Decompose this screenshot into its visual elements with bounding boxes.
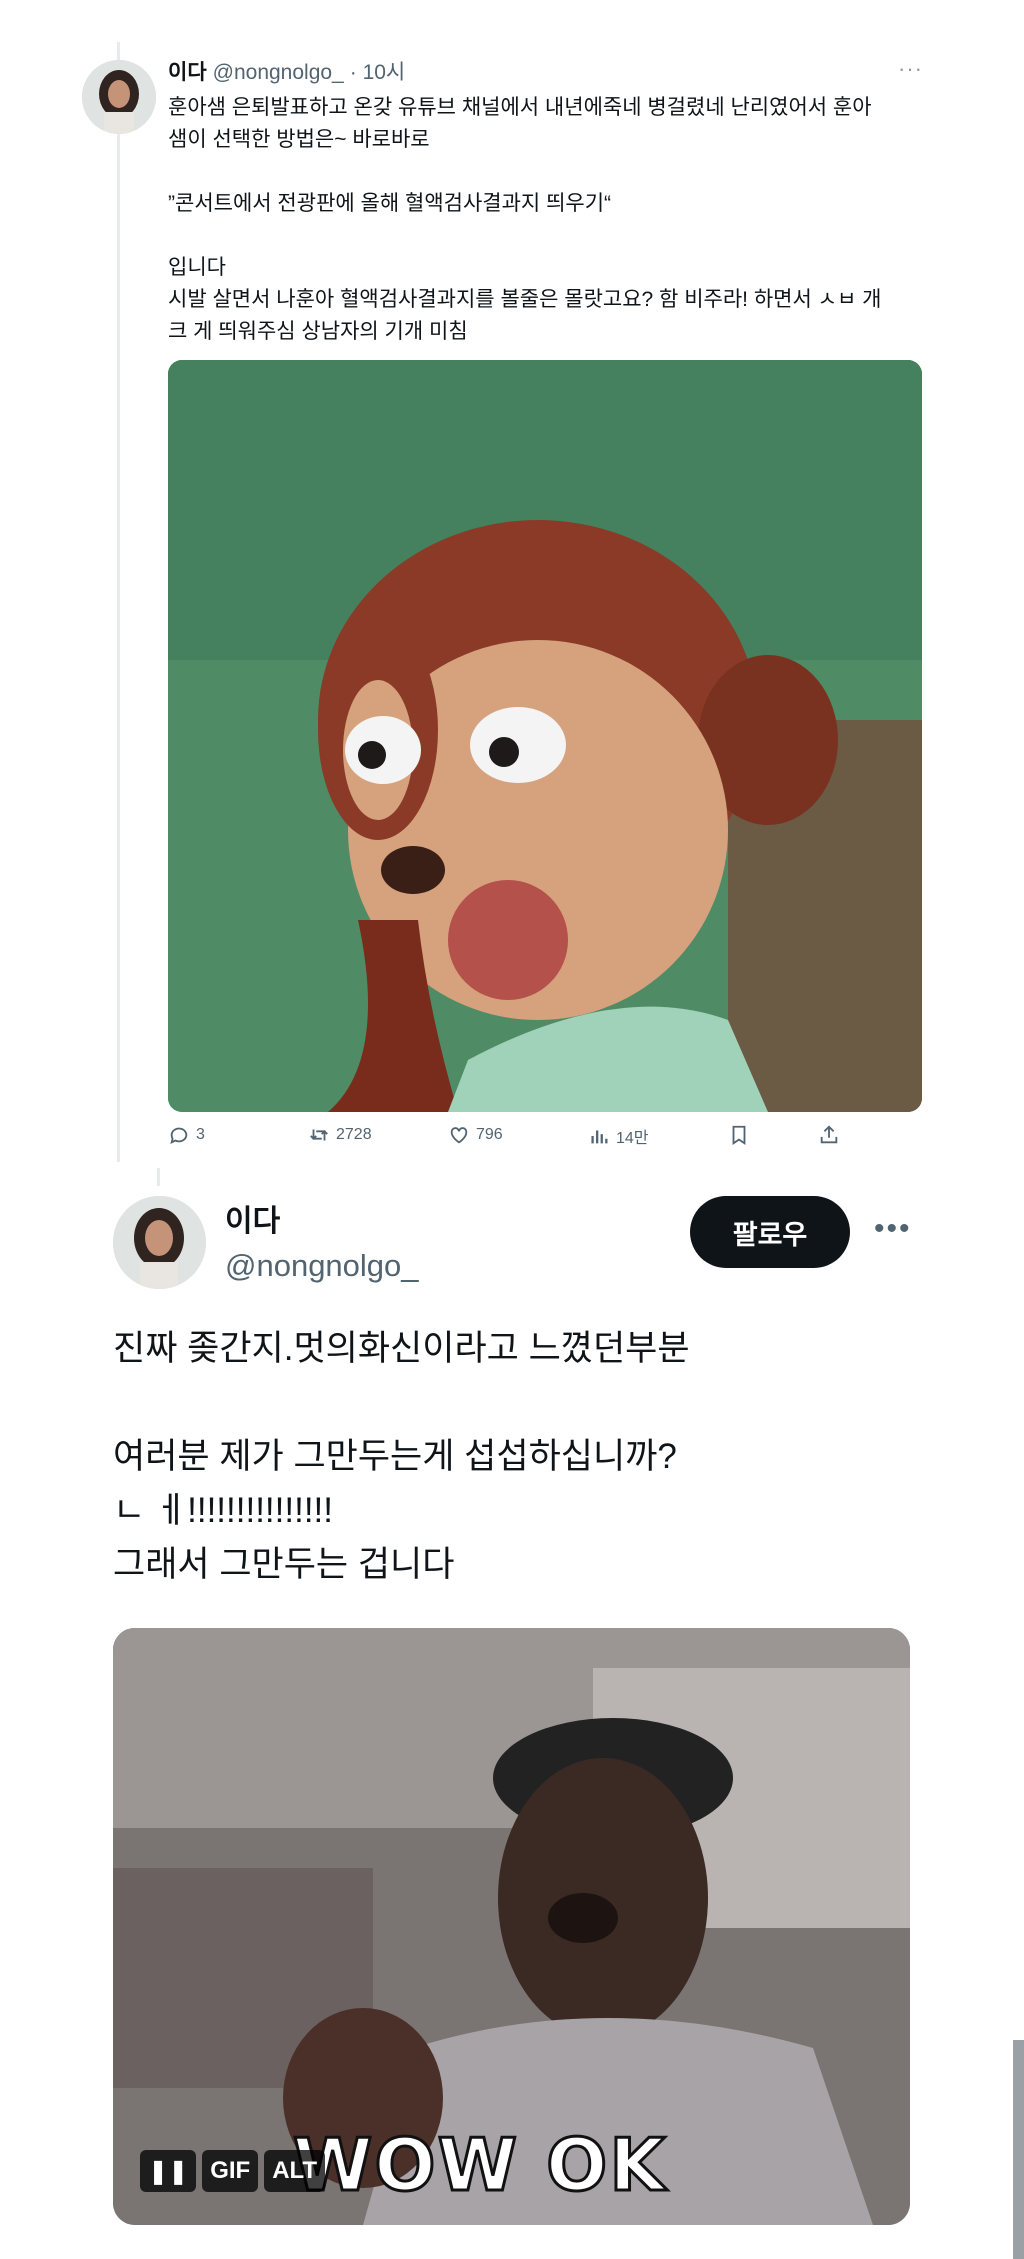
bookmark-button[interactable] [728,1124,750,1146]
tweet-text-line: ㄴ ㅔ!!!!!!!!!!!!!!! [113,1491,333,1530]
tweet-text-line: 시발 살면서 나훈아 혈액검사결과지를 볼줄은 몰랏고요? 함 비주라! 하면서… [168,288,882,311]
share-button[interactable] [818,1124,840,1146]
pause-icon: ❚❚ [148,2157,189,2185]
reply-count: 3 [196,1126,205,1143]
like-button[interactable]: 796 [448,1124,503,1146]
gif-badge: GIF [202,2150,259,2192]
tweet-text-line: ”콘서트에서 전광판에 올해 혈액검사결과지 띄우기“ [168,192,612,215]
tweet-time[interactable]: · 10시 [350,61,406,84]
author-handle[interactable]: @nongnolgo_ [213,61,344,84]
tweet-text-line [113,1376,913,1430]
views-button[interactable]: 14만 [588,1124,649,1148]
thread-line [157,1168,160,1186]
tweet-text-line: 그래서 그만두는 겁니다 [113,1545,455,1584]
views-count: 14만 [616,1130,649,1147]
bookmark-icon [728,1124,750,1146]
gif-caption: WOW OK [291,2122,668,2209]
tweet-image[interactable] [168,360,922,1112]
tweet-text-line: 여러분 제가 그만두는게 섭섭하십니까? [113,1437,677,1476]
tweet-text-line [168,220,928,252]
tweet-text-line: 진짜 좆간지.멋의화신이라고 느꼈던부분 [113,1329,690,1368]
thread-line [117,42,120,1162]
scrollbar[interactable] [1013,2040,1024,2259]
retweet-count: 2728 [336,1126,372,1143]
more-icon[interactable]: ••• [874,1212,912,1246]
gif-controls: ❚❚ GIF ALT [140,2150,326,2192]
tweet-text: 진짜 좆간지.멋의화신이라고 느꼈던부분 여러분 제가 그만두는게 섭섭하십니까… [113,1322,913,1592]
retweet-button[interactable]: 2728 [308,1124,372,1146]
retweet-icon [308,1124,330,1146]
tweet-text-line [168,156,928,188]
like-icon [448,1124,470,1146]
avatar[interactable] [113,1196,206,1289]
alt-badge[interactable]: ALT [264,2150,326,2192]
author-name[interactable]: 이다 [225,1196,280,1240]
tweet-header: 이다 @nongnolgo_ · 10시 [168,56,405,86]
author-handle[interactable]: @nongnolgo_ [225,1248,419,1284]
tweet-text-line: 샘이 선택한 방법은~ 바로바로 [168,128,430,151]
views-icon [588,1125,610,1147]
tweet-text: 훈아샘 은퇴발표하고 온갖 유튜브 채널에서 내년에죽네 병걸렸네 난리였어서 … [168,92,928,348]
author-name[interactable]: 이다 [168,61,207,84]
tweet-gif[interactable]: WOW OK [113,1628,910,2225]
like-count: 796 [476,1126,503,1143]
follow-button[interactable]: 팔로우 [690,1196,850,1268]
share-icon [818,1124,840,1146]
reply-button[interactable]: 3 [168,1124,205,1146]
tweet-text-line: 훈아샘 은퇴발표하고 온갖 유튜브 채널에서 내년에죽네 병걸렸네 난리였어서 … [168,96,872,119]
avatar[interactable] [82,60,156,134]
tweet-actions: 3 2728 796 14만 [168,1124,848,1154]
pause-button[interactable]: ❚❚ [140,2150,197,2192]
tweet-text-line: 입니다 [168,256,226,279]
more-icon[interactable]: ··· [898,56,923,82]
reply-icon [168,1124,190,1146]
tweet-text-line: 크 게 띄워주심 상남자의 기개 미침 [168,320,468,343]
